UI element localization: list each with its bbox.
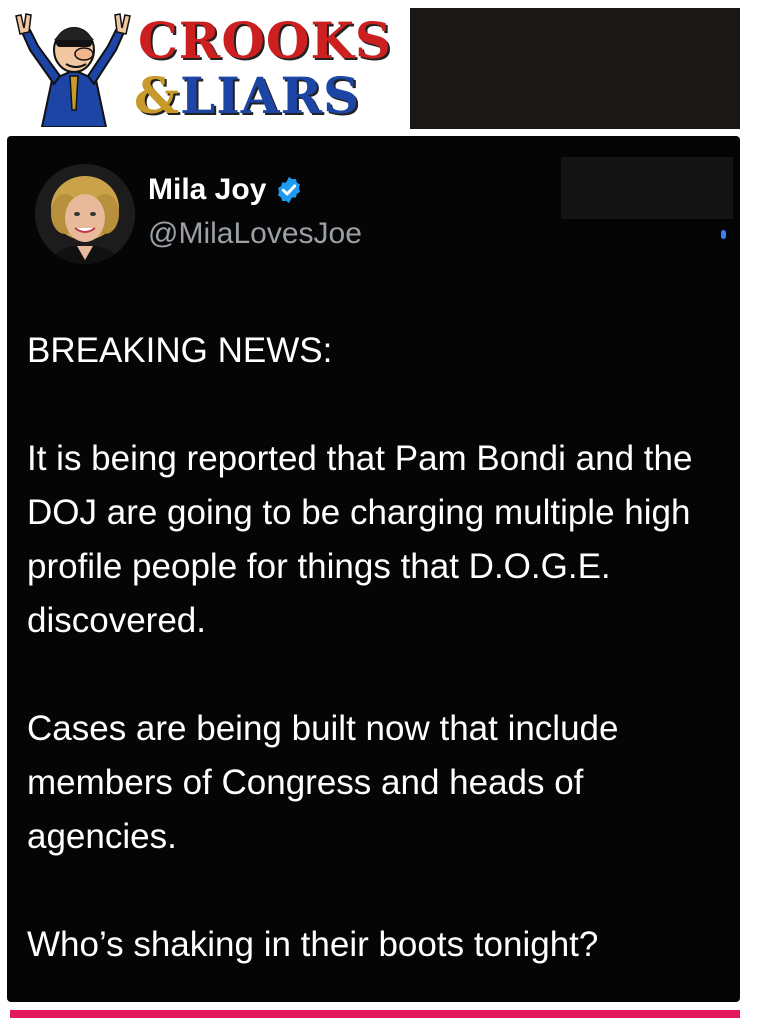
author-display-name[interactable]: Mila Joy bbox=[148, 172, 266, 208]
crooks-and-liars-logo[interactable]: CROOKS &LIARS bbox=[10, 8, 410, 129]
tweet-paragraph: Cases are being built now that include m… bbox=[27, 709, 619, 856]
avatar[interactable] bbox=[35, 164, 135, 264]
logo-crooks-text: CROOKS bbox=[138, 11, 393, 70]
logo-liars-line: &LIARS bbox=[134, 68, 360, 124]
tweet-paragraph: It is being reported that Pam Bondi and … bbox=[27, 439, 693, 640]
site-banner: CROOKS &LIARS bbox=[10, 8, 740, 129]
logo-liars-text: LIARS bbox=[180, 66, 361, 125]
author-name-row: Mila Joy bbox=[148, 172, 304, 208]
author-handle[interactable]: @MilaLovesJoe bbox=[148, 216, 362, 252]
bottom-divider bbox=[10, 1010, 740, 1018]
status-dot-icon bbox=[721, 230, 726, 239]
verified-badge-icon bbox=[278, 176, 301, 204]
tweet-card: Mila Joy @MilaLovesJoe BREAKING NEWS: It… bbox=[7, 136, 740, 1002]
redacted-follow-area bbox=[561, 157, 733, 219]
tweet-text: BREAKING NEWS: It is being reported that… bbox=[27, 324, 732, 972]
tweet-paragraph-headline: BREAKING NEWS: bbox=[27, 331, 333, 370]
tweet-paragraph-question: Who’s shaking in their boots tonight? bbox=[27, 925, 599, 964]
logo-ampersand: & bbox=[134, 66, 181, 125]
mascot-crook-icon bbox=[15, 13, 131, 127]
avatar-portrait-icon bbox=[35, 164, 135, 264]
